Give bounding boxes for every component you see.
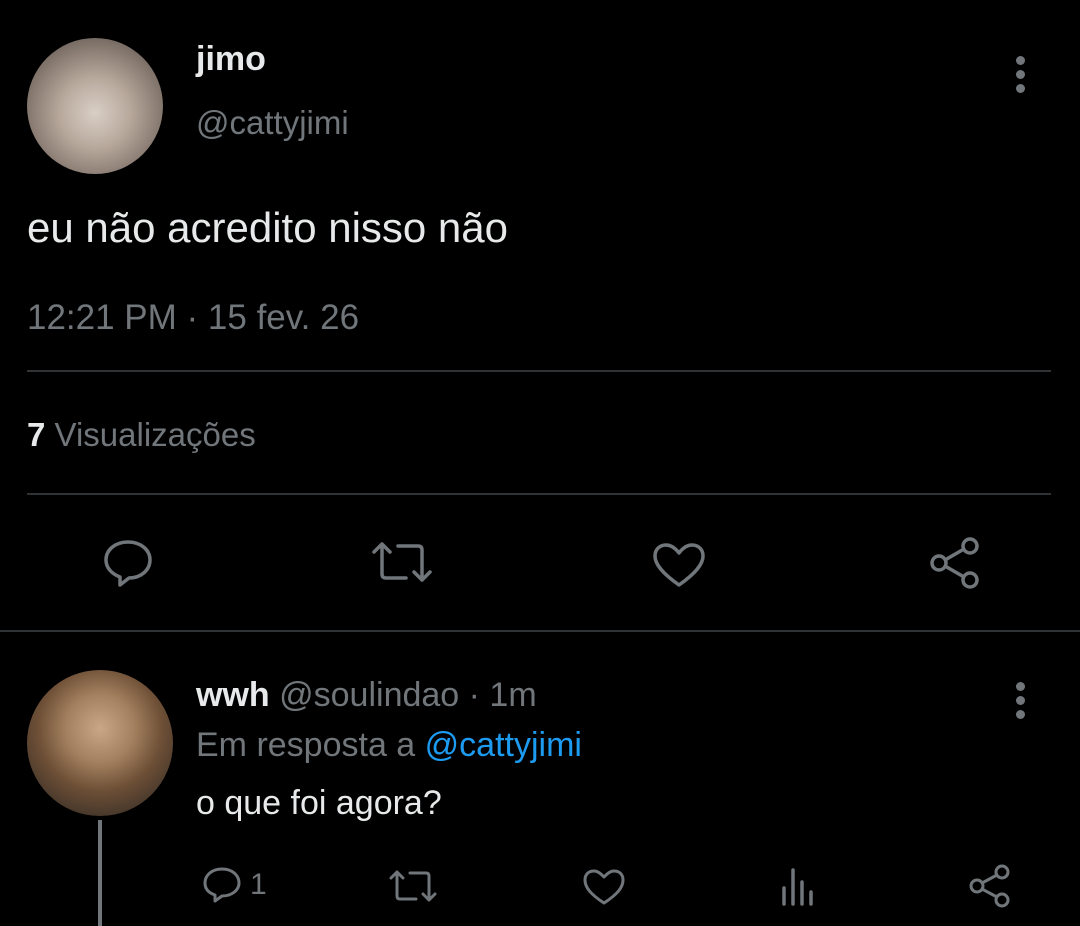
reply-author-handle[interactable]: @soulindao [279, 676, 459, 714]
share-icon[interactable] [968, 864, 1012, 908]
author-name[interactable]: jimo [196, 40, 266, 79]
avatar[interactable] [27, 38, 163, 174]
views-count: 7 [27, 416, 46, 453]
section-divider [0, 630, 1080, 632]
views-label: Visualizações [54, 416, 256, 453]
reply-time: · 1m [468, 676, 537, 714]
like-icon[interactable] [652, 542, 706, 588]
retweet-icon[interactable] [388, 868, 438, 904]
share-icon[interactable] [928, 536, 982, 590]
like-icon[interactable] [582, 868, 626, 906]
more-options-icon[interactable] [1006, 680, 1036, 720]
more-options-icon[interactable] [1006, 54, 1036, 94]
reply-context: Em resposta a @cattyjimi [196, 726, 582, 765]
views-icon[interactable] [778, 866, 818, 906]
retweet-icon[interactable] [370, 540, 434, 584]
thread-line [98, 820, 102, 926]
reply-count: 1 [250, 868, 267, 901]
views-stat[interactable]: 7 Visualizações [27, 416, 256, 454]
tweet-timestamp[interactable]: 12:21 PM · 15 fev. 26 [27, 298, 359, 338]
divider [27, 493, 1051, 495]
reply-author-name[interactable]: wwh [196, 676, 270, 714]
reply-prefix: Em resposta a [196, 726, 416, 764]
tweet-text: eu não acredito nisso não [27, 204, 509, 251]
reply-icon[interactable] [202, 866, 242, 904]
reply-text: o que foi agora? [196, 784, 442, 822]
mention-link[interactable]: @cattyjimi [425, 726, 582, 764]
reply-header: wwh @soulindao · 1m [196, 676, 537, 715]
reply-avatar[interactable] [27, 670, 173, 816]
divider [27, 370, 1051, 372]
reply-icon[interactable] [102, 538, 154, 588]
author-handle[interactable]: @cattyjimi [196, 104, 349, 142]
